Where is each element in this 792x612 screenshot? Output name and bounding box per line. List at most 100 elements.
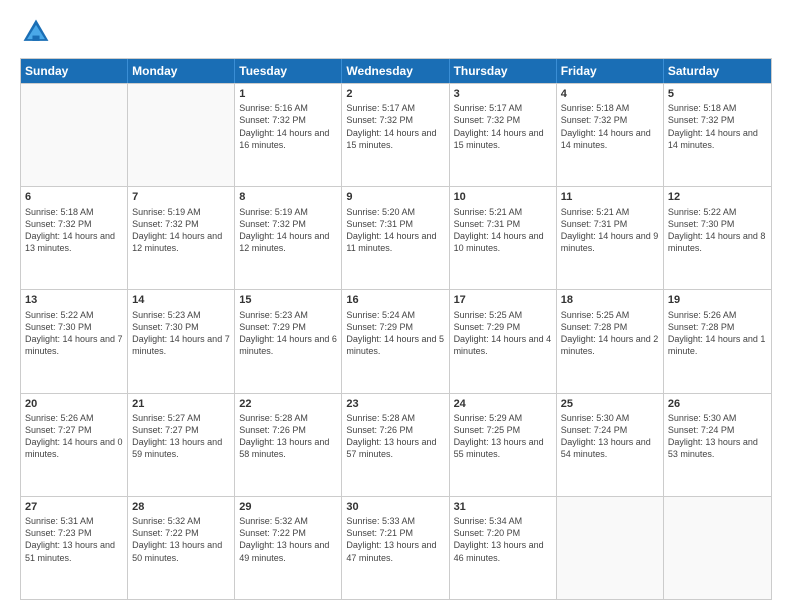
day-info: Sunrise: 5:23 AM Sunset: 7:29 PM Dayligh… (239, 309, 337, 358)
day-number: 11 (561, 190, 659, 204)
day-number: 26 (668, 397, 767, 411)
calendar-cell-5-6 (557, 497, 664, 599)
day-info: Sunrise: 5:21 AM Sunset: 7:31 PM Dayligh… (561, 206, 659, 255)
day-info: Sunrise: 5:29 AM Sunset: 7:25 PM Dayligh… (454, 412, 552, 461)
day-info: Sunrise: 5:19 AM Sunset: 7:32 PM Dayligh… (239, 206, 337, 255)
day-number: 10 (454, 190, 552, 204)
header-day-tuesday: Tuesday (235, 59, 342, 83)
calendar-cell-1-2 (128, 84, 235, 186)
day-number: 13 (25, 293, 123, 307)
logo-icon (20, 16, 52, 48)
day-info: Sunrise: 5:26 AM Sunset: 7:27 PM Dayligh… (25, 412, 123, 461)
day-info: Sunrise: 5:18 AM Sunset: 7:32 PM Dayligh… (668, 102, 767, 151)
day-number: 18 (561, 293, 659, 307)
day-number: 12 (668, 190, 767, 204)
day-number: 6 (25, 190, 123, 204)
calendar-cell-3-4: 16Sunrise: 5:24 AM Sunset: 7:29 PM Dayli… (342, 290, 449, 392)
calendar-cell-4-6: 25Sunrise: 5:30 AM Sunset: 7:24 PM Dayli… (557, 394, 664, 496)
calendar-cell-2-1: 6 Sunrise: 5:18 AM Sunset: 7:32 PM Daylig… (21, 187, 128, 289)
day-info: Sunrise: 5:22 AM Sunset: 7:30 PM Dayligh… (668, 206, 767, 255)
day-info: Sunrise: 5:16 AM Sunset: 7:32 PM Dayligh… (239, 102, 337, 151)
calendar-cell-5-5: 31Sunrise: 5:34 AM Sunset: 7:20 PM Dayli… (450, 497, 557, 599)
header-day-thursday: Thursday (450, 59, 557, 83)
calendar-cell-1-5: 3Sunrise: 5:17 AM Sunset: 7:32 PM Daylig… (450, 84, 557, 186)
day-number: 8 (239, 190, 337, 204)
day-info: Sunrise: 5:19 AM Sunset: 7:32 PM Dayligh… (132, 206, 230, 255)
day-number: 3 (454, 87, 552, 101)
header-day-saturday: Saturday (664, 59, 771, 83)
day-number: 31 (454, 500, 552, 514)
day-number: 17 (454, 293, 552, 307)
day-info: Sunrise: 5:28 AM Sunset: 7:26 PM Dayligh… (346, 412, 444, 461)
logo (20, 16, 56, 48)
day-number: 1 (239, 87, 337, 101)
calendar-cell-2-5: 10 Sunrise: 5:21 AM Sunset: 7:31 PM Dayli… (450, 187, 557, 289)
header-day-wednesday: Wednesday (342, 59, 449, 83)
day-info: Sunrise: 5:24 AM Sunset: 7:29 PM Dayligh… (346, 309, 444, 358)
calendar-cell-1-1 (21, 84, 128, 186)
calendar-cell-2-2: 7Sunrise: 5:19 AM Sunset: 7:32 PM Daylig… (128, 187, 235, 289)
calendar-cell-4-4: 23Sunrise: 5:28 AM Sunset: 7:26 PM Dayli… (342, 394, 449, 496)
day-info: Sunrise: 5:26 AM Sunset: 7:28 PM Dayligh… (668, 309, 767, 358)
day-info: Sunrise: 5:20 AM Sunset: 7:31 PM Dayligh… (346, 206, 444, 255)
day-info: Sunrise: 5:18 AM Sunset: 7:32 PM Dayligh… (561, 102, 659, 151)
day-info: Sunrise: 5:28 AM Sunset: 7:26 PM Dayligh… (239, 412, 337, 461)
day-number: 28 (132, 500, 230, 514)
day-info: Sunrise: 5:17 AM Sunset: 7:32 PM Dayligh… (454, 102, 552, 151)
day-info: Sunrise: 5:21 AM Sunset: 7:31 PM Dayligh… (454, 206, 552, 255)
day-number: 4 (561, 87, 659, 101)
calendar-cell-1-4: 2Sunrise: 5:17 AM Sunset: 7:32 PM Daylig… (342, 84, 449, 186)
calendar-cell-4-1: 20Sunrise: 5:26 AM Sunset: 7:27 PM Dayli… (21, 394, 128, 496)
day-info: Sunrise: 5:34 AM Sunset: 7:20 PM Dayligh… (454, 515, 552, 564)
calendar-cell-2-3: 8 Sunrise: 5:19 AM Sunset: 7:32 PM Daylig… (235, 187, 342, 289)
day-number: 2 (346, 87, 444, 101)
day-number: 19 (668, 293, 767, 307)
day-info: Sunrise: 5:31 AM Sunset: 7:23 PM Dayligh… (25, 515, 123, 564)
day-info: Sunrise: 5:32 AM Sunset: 7:22 PM Dayligh… (239, 515, 337, 564)
day-info: Sunrise: 5:32 AM Sunset: 7:22 PM Dayligh… (132, 515, 230, 564)
calendar-cell-3-7: 19 Sunrise: 5:26 AM Sunset: 7:28 PM Dayli… (664, 290, 771, 392)
day-number: 27 (25, 500, 123, 514)
calendar-cell-3-5: 17 Sunrise: 5:25 AM Sunset: 7:29 PM Dayli… (450, 290, 557, 392)
day-number: 20 (25, 397, 123, 411)
day-number: 23 (346, 397, 444, 411)
calendar-cell-5-3: 29Sunrise: 5:32 AM Sunset: 7:22 PM Dayli… (235, 497, 342, 599)
day-info: Sunrise: 5:23 AM Sunset: 7:30 PM Dayligh… (132, 309, 230, 358)
day-number: 30 (346, 500, 444, 514)
day-number: 5 (668, 87, 767, 101)
day-info: Sunrise: 5:25 AM Sunset: 7:28 PM Dayligh… (561, 309, 659, 358)
page: SundayMondayTuesdayWednesdayThursdayFrid… (0, 0, 792, 612)
day-info: Sunrise: 5:30 AM Sunset: 7:24 PM Dayligh… (668, 412, 767, 461)
header (20, 16, 772, 48)
day-number: 22 (239, 397, 337, 411)
calendar-cell-5-4: 30Sunrise: 5:33 AM Sunset: 7:21 PM Dayli… (342, 497, 449, 599)
calendar-week-2: 6 Sunrise: 5:18 AM Sunset: 7:32 PM Daylig… (21, 186, 771, 289)
calendar-body: 1Sunrise: 5:16 AM Sunset: 7:32 PM Daylig… (21, 83, 771, 599)
calendar-cell-2-6: 11 Sunrise: 5:21 AM Sunset: 7:31 PM Dayli… (557, 187, 664, 289)
day-info: Sunrise: 5:27 AM Sunset: 7:27 PM Dayligh… (132, 412, 230, 461)
day-info: Sunrise: 5:30 AM Sunset: 7:24 PM Dayligh… (561, 412, 659, 461)
calendar-cell-1-6: 4Sunrise: 5:18 AM Sunset: 7:32 PM Daylig… (557, 84, 664, 186)
calendar-cell-1-3: 1Sunrise: 5:16 AM Sunset: 7:32 PM Daylig… (235, 84, 342, 186)
day-info: Sunrise: 5:25 AM Sunset: 7:29 PM Dayligh… (454, 309, 552, 358)
calendar-week-1: 1Sunrise: 5:16 AM Sunset: 7:32 PM Daylig… (21, 83, 771, 186)
calendar-cell-4-3: 22Sunrise: 5:28 AM Sunset: 7:26 PM Dayli… (235, 394, 342, 496)
day-number: 25 (561, 397, 659, 411)
day-number: 14 (132, 293, 230, 307)
day-number: 24 (454, 397, 552, 411)
calendar-cell-1-7: 5Sunrise: 5:18 AM Sunset: 7:32 PM Daylig… (664, 84, 771, 186)
header-day-sunday: Sunday (21, 59, 128, 83)
calendar-cell-5-7 (664, 497, 771, 599)
day-number: 15 (239, 293, 337, 307)
header-day-monday: Monday (128, 59, 235, 83)
calendar-cell-4-7: 26Sunrise: 5:30 AM Sunset: 7:24 PM Dayli… (664, 394, 771, 496)
day-info: Sunrise: 5:18 AM Sunset: 7:32 PM Dayligh… (25, 206, 123, 255)
day-info: Sunrise: 5:17 AM Sunset: 7:32 PM Dayligh… (346, 102, 444, 151)
calendar-week-5: 27Sunrise: 5:31 AM Sunset: 7:23 PM Dayli… (21, 496, 771, 599)
calendar-week-4: 20Sunrise: 5:26 AM Sunset: 7:27 PM Dayli… (21, 393, 771, 496)
calendar-cell-2-7: 12 Sunrise: 5:22 AM Sunset: 7:30 PM Dayli… (664, 187, 771, 289)
day-info: Sunrise: 5:33 AM Sunset: 7:21 PM Dayligh… (346, 515, 444, 564)
calendar-cell-4-5: 24Sunrise: 5:29 AM Sunset: 7:25 PM Dayli… (450, 394, 557, 496)
calendar-cell-3-3: 15 Sunrise: 5:23 AM Sunset: 7:29 PM Dayli… (235, 290, 342, 392)
header-day-friday: Friday (557, 59, 664, 83)
